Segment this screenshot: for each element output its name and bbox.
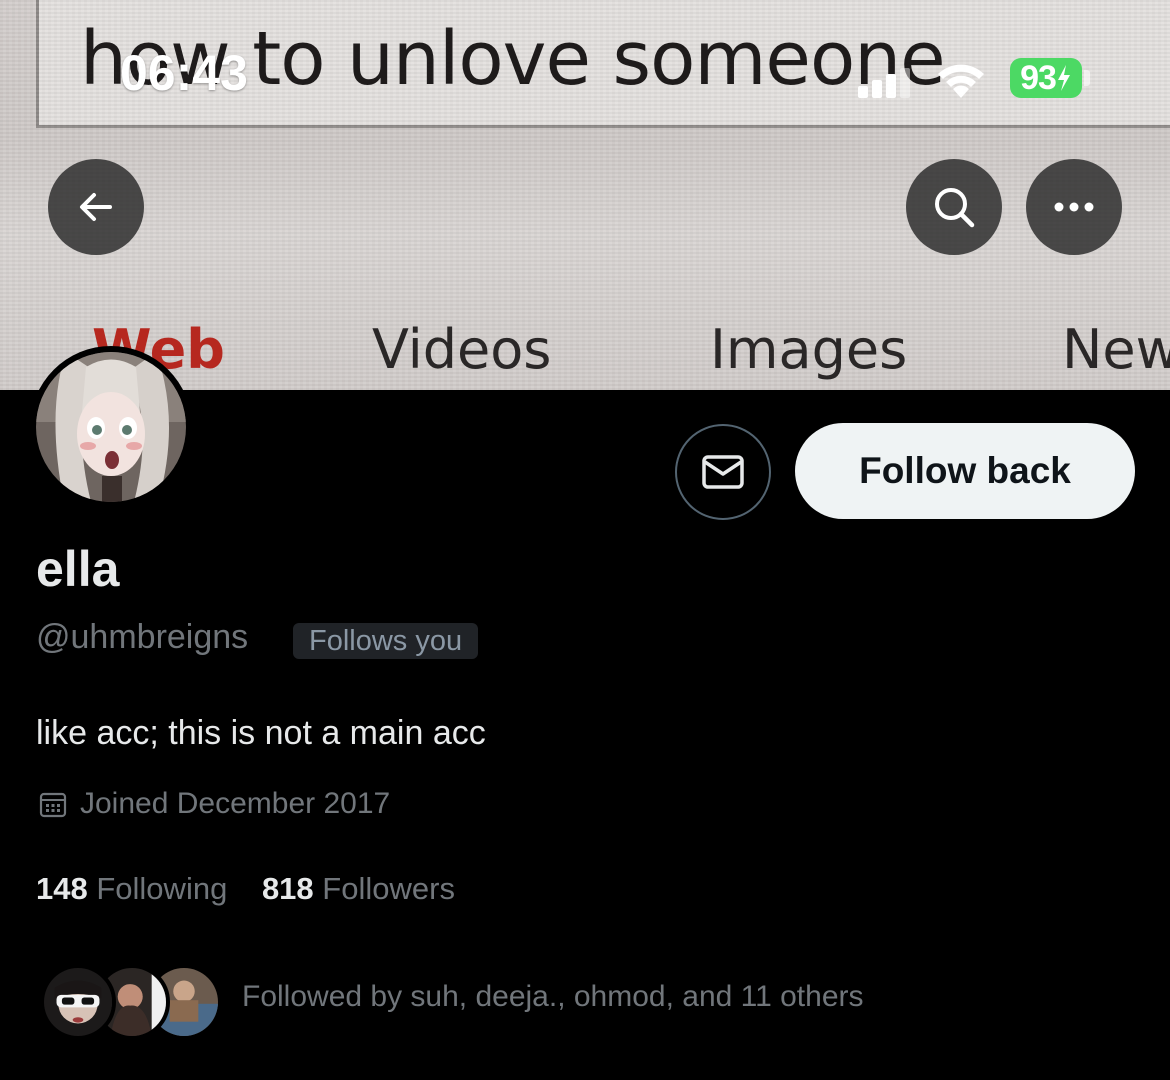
followers-stat[interactable]: 818 Followers — [262, 871, 455, 907]
back-button[interactable] — [48, 159, 144, 255]
banner-tab-news: New — [1062, 318, 1170, 381]
profile-bio: like acc; this is not a main acc — [36, 714, 486, 752]
following-label: Following — [96, 871, 228, 906]
status-time: 06:43 — [120, 45, 248, 101]
follows-you-badge: Follows you — [293, 623, 479, 659]
followed-by-text: Followed by suh, deeja., ohmod, and 11 o… — [242, 980, 864, 1013]
followers-count: 818 — [261, 871, 314, 906]
search-button[interactable] — [906, 159, 1002, 255]
envelope-icon — [702, 455, 744, 489]
arrow-left-icon — [80, 193, 112, 221]
banner-tab-images: Images — [710, 318, 908, 381]
username-handle: @uhmbreigns — [36, 618, 249, 656]
following-count: 148 — [36, 871, 88, 906]
calendar-icon — [39, 792, 67, 818]
follow-stats: 148 Following 818 Followers — [36, 871, 481, 907]
cellular-signal-icon — [858, 68, 918, 98]
profile-avatar[interactable] — [30, 346, 192, 508]
avatar-image — [36, 352, 186, 502]
battery-indicator: 93 — [1010, 58, 1082, 98]
display-name: ella — [36, 541, 120, 597]
followed-by-row[interactable]: Followed by suh, deeja., ohmod, and 11 o… — [40, 962, 1140, 1042]
battery-tip — [1084, 70, 1090, 86]
search-icon — [935, 188, 975, 228]
wifi-icon — [934, 60, 988, 105]
battery-level: 93 — [1020, 58, 1057, 97]
more-button[interactable] — [1026, 159, 1122, 255]
message-button[interactable] — [675, 424, 771, 520]
join-date-text: Joined December 2017 — [80, 787, 391, 820]
followers-label: Followers — [322, 871, 455, 906]
banner-tab-videos: Videos — [372, 318, 552, 381]
charging-bolt-icon — [1057, 65, 1070, 91]
follow-back-button[interactable]: Follow back — [795, 423, 1135, 519]
following-stat[interactable]: 148 Following — [36, 871, 227, 907]
more-horizontal-icon — [1054, 202, 1094, 212]
mutual-avatar-1 — [40, 964, 116, 1040]
join-date: Joined December 2017 — [38, 787, 390, 821]
